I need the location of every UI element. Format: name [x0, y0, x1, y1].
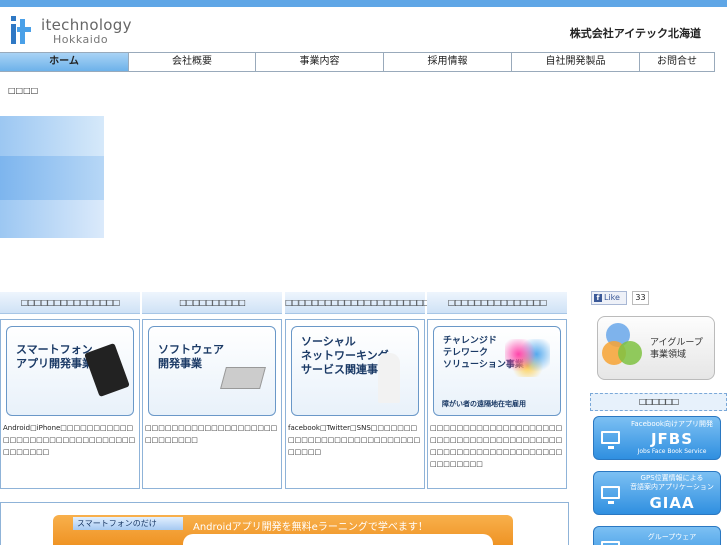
card-title: ソフトウェア 開発事業 [158, 343, 224, 370]
breadcrumb: □□□□ [8, 86, 39, 95]
monitor-icon [601, 541, 620, 545]
software-dev-card[interactable]: ソフトウェア 開発事業 [148, 326, 276, 416]
card-title: スマートフォン アプリ開発事業 [16, 343, 93, 370]
like-label: Like [604, 293, 620, 302]
promo-tab: スマートフォンのだけ [73, 517, 183, 530]
hero-image [0, 116, 104, 238]
banner-subtitle: Facebook向けアプリ開発 [631, 420, 713, 428]
company-name: 株式会社アイテック北海道 [569, 27, 701, 40]
promo-text: Androidアプリ開発を無料eラーニングで学べます！ [193, 522, 428, 533]
facebook-like-button[interactable]: f Like [591, 291, 627, 305]
column-heading: □□□□□□□□□□□□□□□□□□□□□□□ [285, 292, 437, 314]
column-description: Android□iPhone□□□□□□□□□□□□□□□□□□□□□□□□□□… [3, 424, 136, 456]
column-description: □□□□□□□□□□□□□□□□□□□□□□□□□□□□ [145, 424, 278, 444]
column-description: □□□□□□□□□□□□□□□□□□□□□□□□□□□□□□□□□□□□□□□□… [430, 424, 563, 468]
column-heading: □□□□□□□□□□ [142, 292, 282, 314]
like-count: 33 [632, 291, 649, 305]
card-subtitle: 障がい者の遠隔地在宅雇用 [442, 400, 526, 408]
telework-solution-card[interactable]: チャレンジド テレワーク ソリューション事業 障がい者の遠隔地在宅雇用 [433, 326, 561, 416]
nav-item-business[interactable]: 事業内容 [256, 53, 384, 72]
site-logo[interactable]: itechnology Hokkaido [9, 16, 131, 50]
column-box: チャレンジド テレワーク ソリューション事業 障がい者の遠隔地在宅雇用 □□□□… [427, 319, 567, 489]
groupware-banner[interactable]: グループウェア [593, 526, 721, 545]
column-heading: □□□□□□□□□□□□□□□ [427, 292, 567, 314]
column-box: ソフトウェア 開発事業 □□□□□□□□□□□□□□□□□□□□□□□□□□□□ [142, 319, 282, 489]
logo-mark-icon [9, 16, 33, 46]
card-title: ソーシャル ネットワーキング サービス関連事業 [301, 335, 389, 376]
nav-item-company[interactable]: 会社概要 [129, 53, 256, 72]
page: itechnology Hokkaido 株式会社アイテック北海道 ホーム 会社… [0, 0, 727, 545]
banner-title: GIAA [649, 494, 695, 512]
banner-subtitle: GPS位置情報による 音語案内アプリケーション [630, 474, 714, 491]
elearning-promo-box: スマートフォンのだけ Androidアプリ開発を無料eラーニングで学べます！ [0, 502, 569, 545]
main-nav: ホーム 会社概要 事業内容 採用情報 自社開発製品 お問合せ [0, 52, 715, 72]
banner-title: JFBS [650, 430, 694, 448]
promo-title-plate [183, 534, 493, 545]
business-column-smartphone: □□□□□□□□□□□□□□□ スマートフォン アプリ開発事業 Android□… [0, 292, 140, 489]
sns-service-card[interactable]: ソーシャル ネットワーキング サービス関連事業 [291, 326, 419, 416]
logo-main-text: itechnology [41, 16, 132, 34]
top-accent-bar [0, 0, 727, 7]
people-icon [505, 339, 550, 377]
person-icon [378, 353, 400, 403]
monitor-icon [601, 431, 620, 449]
giaa-banner[interactable]: GPS位置情報による 音語案内アプリケーション GIAA [593, 471, 721, 515]
elearning-promo-banner[interactable]: スマートフォンのだけ Androidアプリ開発を無料eラーニングで学べます！ [53, 515, 513, 545]
jfbs-banner[interactable]: Facebook向けアプリ開発 JFBS Jobs Face Book Serv… [593, 416, 721, 460]
circle-green-icon [618, 341, 642, 365]
banner-caption: Jobs Face Book Service [637, 448, 707, 455]
column-box: ソーシャル ネットワーキング サービス関連事業 facebook□Twitter… [285, 319, 425, 489]
i-group-label: アイグループ 事業領域 [650, 338, 703, 360]
business-column-software: □□□□□□□□□□ ソフトウェア 開発事業 □□□□□□□□□□□□□□□□□… [142, 292, 282, 489]
sidebar-section-heading: □□□□□□ [590, 393, 727, 411]
banner-subtitle: グループウェア [647, 533, 697, 541]
laptop-icon [220, 367, 266, 389]
business-column-sns: □□□□□□□□□□□□□□□□□□□□□□□ ソーシャル ネットワーキング サ… [285, 292, 437, 489]
nav-item-contact[interactable]: お問合せ [640, 53, 715, 72]
nav-item-recruit[interactable]: 採用情報 [384, 53, 512, 72]
nav-item-products[interactable]: 自社開発製品 [512, 53, 640, 72]
smartphone-icon [84, 342, 130, 398]
column-description: facebook□Twitter□SNS□□□□□□□□□□□□□□□□□□□□… [288, 424, 421, 456]
monitor-icon [601, 486, 620, 504]
column-heading: □□□□□□□□□□□□□□□ [0, 292, 140, 314]
smartphone-app-card[interactable]: スマートフォン アプリ開発事業 [6, 326, 134, 416]
nav-item-home[interactable]: ホーム [0, 53, 129, 72]
i-group-banner[interactable]: アイグループ 事業領域 [597, 316, 715, 380]
logo-sub-text: Hokkaido [53, 33, 109, 46]
column-box: スマートフォン アプリ開発事業 Android□iPhone□□□□□□□□□□… [0, 319, 140, 489]
facebook-icon: f [594, 294, 602, 302]
business-column-telework: □□□□□□□□□□□□□□□ チャレンジド テレワーク ソリューション事業 障… [427, 292, 567, 489]
